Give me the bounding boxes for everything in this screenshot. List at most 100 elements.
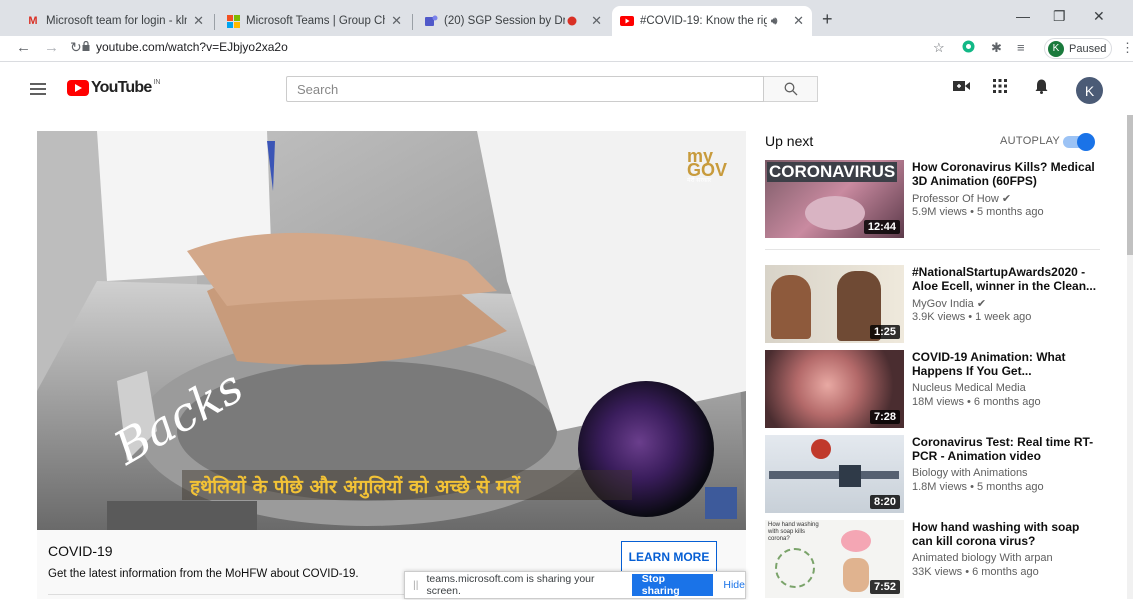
video-thumbnail[interactable]: 7:28 (765, 350, 904, 428)
close-icon[interactable]: ✕ (591, 13, 602, 29)
video-thumbnail[interactable]: How hand washing with soap kills corona?… (765, 520, 904, 598)
video-thumbnail[interactable]: 1:25 (765, 265, 904, 343)
drag-handle-icon[interactable]: || (413, 579, 418, 591)
tab-title: #COVID-19: Know the right (640, 15, 768, 27)
browser-toolbar: ← → ↻ youtube.com/watch?v=EJbjyo2xa2o ☆ … (0, 36, 1133, 62)
virus-illustration (811, 439, 831, 459)
new-tab-icon[interactable]: + (822, 9, 833, 30)
section-divider (765, 249, 1100, 250)
up-next-video[interactable]: 1:25 #NationalStartupAwards2020 - Aloe E… (765, 265, 1100, 345)
channel-name[interactable]: Professor Of How ✔ (912, 192, 1011, 205)
page-scrollbar[interactable] (1127, 115, 1133, 599)
profile-status: Paused (1069, 42, 1107, 55)
virus-cell-illustration (805, 196, 865, 230)
account-avatar[interactable]: K (1076, 77, 1103, 104)
video-subtitle: हथेलियों के पीछे और अंगुलियों को अच्छे स… (182, 470, 632, 500)
apps-grid-icon[interactable] (993, 79, 1007, 97)
video-title[interactable]: COVID-19 Animation: What Happens If You … (912, 350, 1100, 378)
video-title[interactable]: Coronavirus Test: Real time RT-PCR - Ani… (912, 435, 1100, 463)
restore-icon[interactable]: ❐ (1053, 8, 1066, 25)
video-duration: 7:28 (869, 410, 900, 424)
minimize-icon[interactable]: — (1016, 8, 1030, 24)
search-input[interactable]: Search (286, 76, 764, 102)
bookmark-star-icon[interactable]: ☆ (933, 40, 945, 56)
sharing-message: teams.microsoft.com is sharing your scre… (426, 573, 595, 597)
youtube-logo[interactable]: YouTube IN (67, 79, 160, 97)
video-meta: 3.9K views • 1 week ago (912, 311, 1032, 323)
video-title[interactable]: How hand washing with soap can kill coro… (912, 520, 1100, 548)
extensions-puzzle-icon[interactable]: ✱ (991, 40, 1002, 56)
verified-icon: ✔ (976, 298, 987, 310)
ministry-emblem-icon (705, 487, 737, 519)
reload-icon[interactable]: ↻ (70, 39, 82, 56)
info-panel-description: Get the latest information from the MoHF… (48, 568, 359, 580)
extension-icon[interactable] (962, 40, 975, 56)
video-meta: 1.8M views • 5 months ago (912, 481, 1044, 493)
channel-name[interactable]: Nucleus Medical Media (912, 382, 1026, 394)
video-duration: 8:20 (869, 495, 900, 509)
window-close-icon[interactable]: ✕ (1093, 8, 1105, 25)
browser-tab-active[interactable]: #COVID-19: Know the right 🔊︎ ✕ (612, 6, 812, 36)
hamburger-menu-icon[interactable] (30, 83, 46, 95)
mygov-logo: my GOV मेरी सरकार (687, 146, 746, 185)
reading-list-icon[interactable]: ≡ (1017, 40, 1025, 55)
video-duration: 7:52 (869, 580, 900, 594)
menu-kebab-icon[interactable]: ⋮ (1121, 40, 1133, 56)
virus-illustration (775, 548, 815, 588)
profile-button[interactable]: K Paused (1044, 38, 1112, 59)
search-button[interactable] (764, 76, 818, 102)
up-next-heading: Up next (765, 133, 814, 149)
back-icon[interactable]: ← (16, 39, 31, 56)
tab-separator (214, 14, 215, 30)
notifications-bell-icon[interactable] (1035, 79, 1048, 98)
close-icon[interactable]: ✕ (391, 13, 402, 29)
lock-icon[interactable] (82, 41, 90, 51)
hide-button[interactable]: Hide (723, 579, 745, 591)
verified-icon: ✔ (1001, 193, 1012, 205)
autoplay-label: AUTOPLAY (1000, 135, 1061, 147)
channel-name[interactable]: MyGov India ✔ (912, 297, 986, 310)
logo-text: YouTube (91, 79, 152, 96)
browser-tab[interactable]: Microsoft Teams | Group Chat So ✕ (218, 6, 410, 36)
video-player[interactable]: my GOV मेरी सरकार Backs हथेलियों के पीछे… (37, 131, 746, 530)
scrollbar-thumb[interactable] (1127, 115, 1133, 255)
tab-title: Microsoft team for login - klmok (46, 15, 187, 27)
thumbnail-text: How hand washing with soap kills corona? (768, 522, 819, 542)
stop-sharing-button[interactable]: Stop sharing (631, 573, 714, 597)
gmail-icon: M (28, 15, 38, 27)
close-icon[interactable]: ✕ (793, 13, 804, 29)
up-next-video[interactable]: How hand washing with soap kills corona?… (765, 520, 1100, 600)
mygov-logo-text: my GOV (687, 146, 728, 180)
microsoft-icon (226, 14, 240, 28)
browser-tab-strip: M Microsoft team for login - klmok ✕ Mic… (0, 0, 1133, 36)
video-title[interactable]: #NationalStartupAwards2020 - Aloe Ecell,… (912, 265, 1100, 293)
youtube-icon (620, 14, 634, 28)
lab-equipment-illustration (769, 471, 899, 479)
video-title[interactable]: How Coronavirus Kills? Medical 3D Animat… (912, 160, 1100, 188)
channel-name[interactable]: Animated biology With arpan (912, 552, 1053, 564)
info-panel-title: COVID-19 (48, 543, 113, 559)
learn-more-button[interactable]: LEARN MORE (621, 541, 717, 573)
teams-icon (424, 14, 438, 28)
up-next-video[interactable]: 7:28 COVID-19 Animation: What Happens If… (765, 350, 1100, 430)
browser-tab[interactable]: (20) SGP Session by Dr K L M ✕ (416, 6, 610, 36)
video-duration: 12:44 (863, 220, 900, 234)
youtube-play-icon (67, 80, 89, 96)
screen-sharing-bar: || teams.microsoft.com is sharing your s… (404, 571, 746, 599)
lab-equipment-illustration (839, 465, 861, 487)
close-icon[interactable]: ✕ (193, 13, 204, 29)
create-video-icon[interactable] (953, 79, 971, 96)
video-thumbnail[interactable]: CORONAVIRUS 12:44 (765, 160, 904, 238)
profile-avatar: K (1048, 40, 1064, 57)
up-next-video[interactable]: CORONAVIRUS 12:44 How Coronavirus Kills?… (765, 160, 1100, 240)
channel-name[interactable]: Biology with Animations (912, 467, 1028, 479)
autoplay-toggle[interactable] (1063, 133, 1095, 151)
address-bar[interactable]: youtube.com/watch?v=EJbjyo2xa2o (96, 40, 288, 54)
youtube-header: YouTube IN Search K (0, 63, 1133, 115)
channel-name-text: MyGov India (912, 298, 974, 310)
up-next-video[interactable]: 8:20 Coronavirus Test: Real time RT-PCR … (765, 435, 1100, 515)
browser-tab[interactable]: M Microsoft team for login - klmok ✕ (18, 6, 212, 36)
forward-icon[interactable]: → (44, 39, 59, 56)
audio-icon[interactable]: 🔊︎ (767, 14, 781, 28)
video-thumbnail[interactable]: 8:20 (765, 435, 904, 513)
